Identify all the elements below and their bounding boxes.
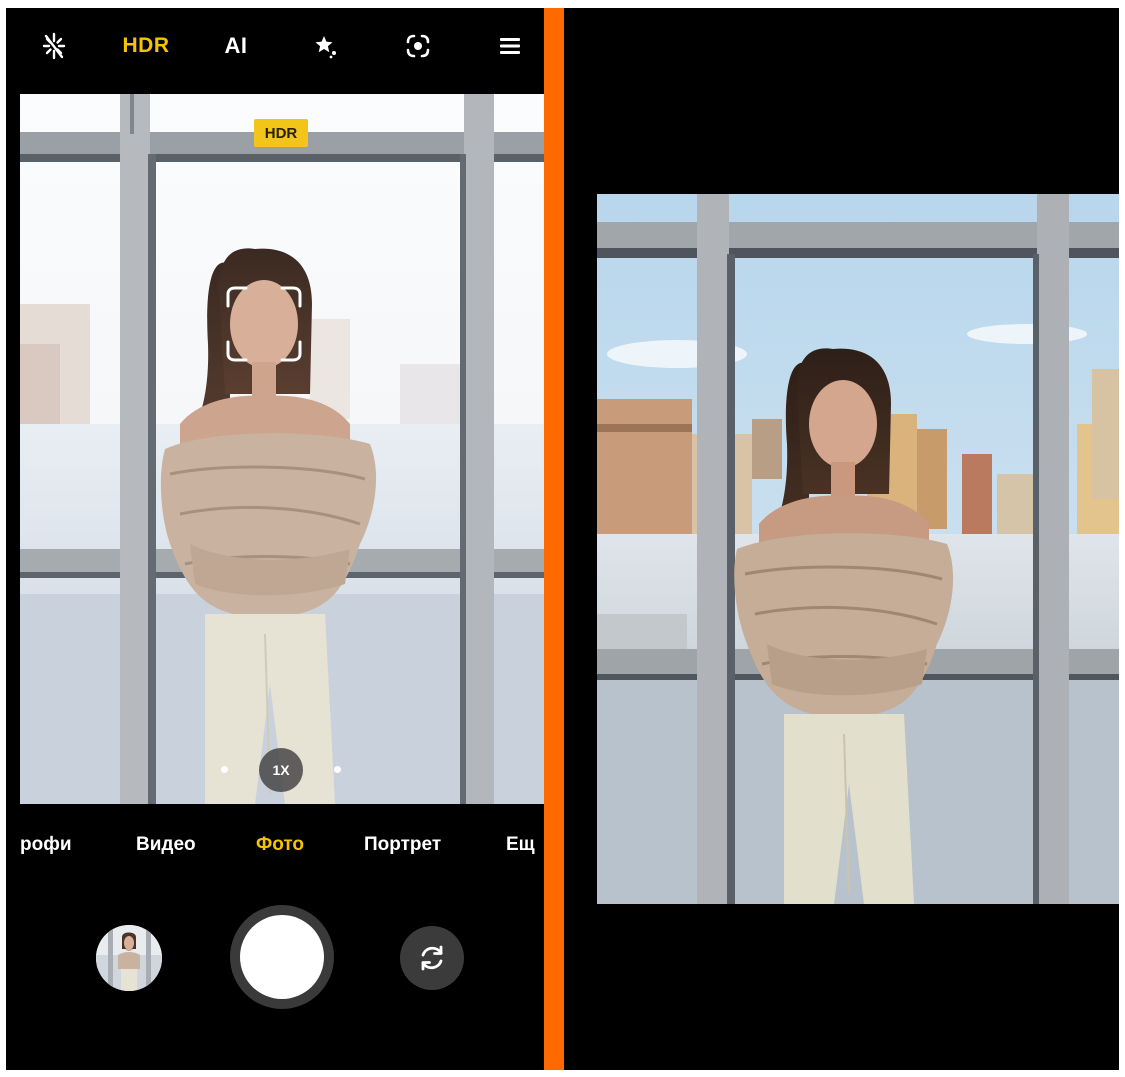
- comparison-divider: [544, 8, 564, 1070]
- mode-more[interactable]: Ещ: [506, 834, 535, 856]
- hdr-active-badge: HDR: [254, 119, 308, 147]
- mode-pro[interactable]: рофи: [20, 834, 72, 856]
- menu-icon[interactable]: [492, 30, 528, 62]
- switch-camera-icon[interactable]: [400, 926, 464, 990]
- gallery-thumbnail-image: [96, 925, 162, 991]
- zoom-option-dot[interactable]: [334, 766, 341, 773]
- mode-photo[interactable]: Фото: [256, 834, 304, 856]
- shutter-button[interactable]: [230, 905, 334, 1009]
- captured-hdr-photo: [597, 194, 1119, 904]
- viewfinder-scene: [20, 94, 544, 804]
- captured-photo-scene: [597, 194, 1119, 904]
- camera-top-toolbar: HDR AI: [6, 8, 544, 94]
- flash-off-icon[interactable]: [36, 30, 72, 62]
- zoom-level-button[interactable]: 1X: [259, 748, 303, 792]
- zoom-option-dot[interactable]: [221, 766, 228, 773]
- result-photo-panel: [564, 8, 1119, 1070]
- camera-mode-selector: рофи Видео Фото Портрет Ещ: [6, 828, 544, 864]
- camera-viewfinder[interactable]: [20, 94, 544, 804]
- effects-icon[interactable]: [308, 30, 344, 62]
- mode-video[interactable]: Видео: [136, 834, 196, 856]
- ai-toggle[interactable]: AI: [216, 30, 256, 62]
- camera-app-screen: HDR AI HDR 1X рофи Видео Фото Портрет Ещ: [6, 8, 544, 1070]
- zoom-selector: 1X: [6, 748, 544, 792]
- focus-icon[interactable]: [400, 30, 436, 62]
- shutter-button-inner: [240, 915, 324, 999]
- gallery-thumbnail[interactable]: [96, 925, 162, 991]
- hdr-toggle[interactable]: HDR: [118, 30, 174, 62]
- mode-portrait[interactable]: Портрет: [364, 834, 441, 856]
